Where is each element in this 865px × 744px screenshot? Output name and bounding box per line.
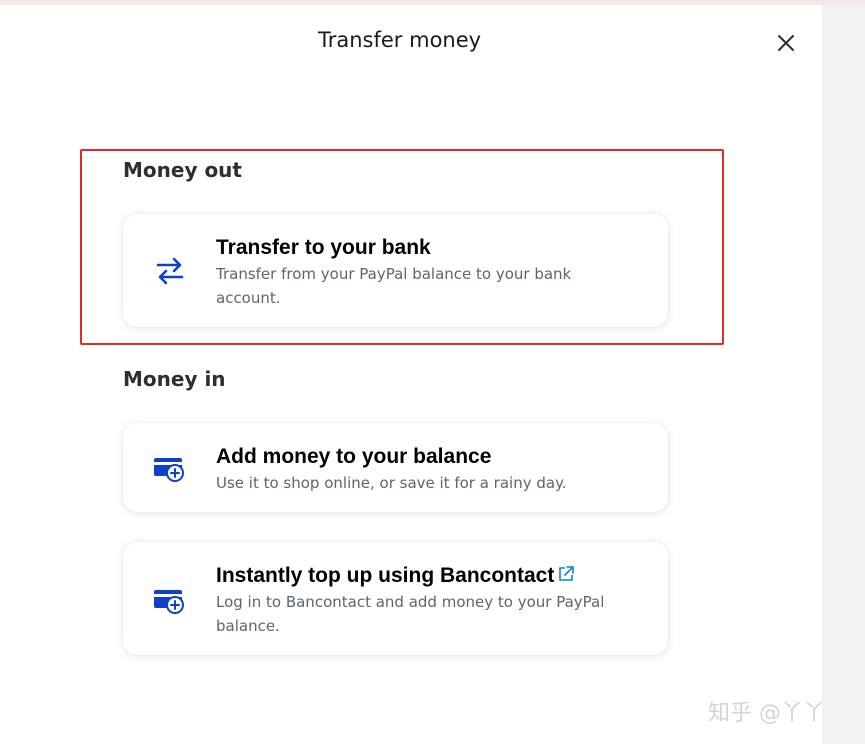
card-title: Add money to your balance [216,445,492,468]
transfer-arrows-icon [156,257,184,285]
card-title: Instantly top up using Bancontact [216,564,555,587]
card-description: Transfer from your PayPal balance to you… [216,265,572,307]
external-link-icon[interactable] [557,565,575,583]
watermark: 知乎 @丫丫 [708,701,825,726]
card-title-row: Instantly top up using Bancontact [216,564,575,588]
add-money-card[interactable]: Add money to your balance Use it to shop… [123,423,668,512]
dialog-title: Transfer money [318,28,482,52]
wallet-add-icon [154,590,184,614]
money-out-heading: Money out [123,158,242,182]
bancontact-top-up-card[interactable]: Instantly top up using Bancontact Log in… [123,542,668,655]
page-background-gutter [822,5,865,744]
top-strip [0,0,865,5]
money-in-heading: Money in [123,367,226,391]
card-title: Transfer to your bank [216,236,431,259]
close-icon[interactable] [774,31,798,55]
card-description: Use it to shop online, or save it for a … [216,474,567,492]
transfer-to-bank-card[interactable]: Transfer to your bank Transfer from your… [123,214,668,327]
wallet-add-icon [154,458,184,482]
card-description: Log in to Bancontact and add money to yo… [216,593,605,635]
